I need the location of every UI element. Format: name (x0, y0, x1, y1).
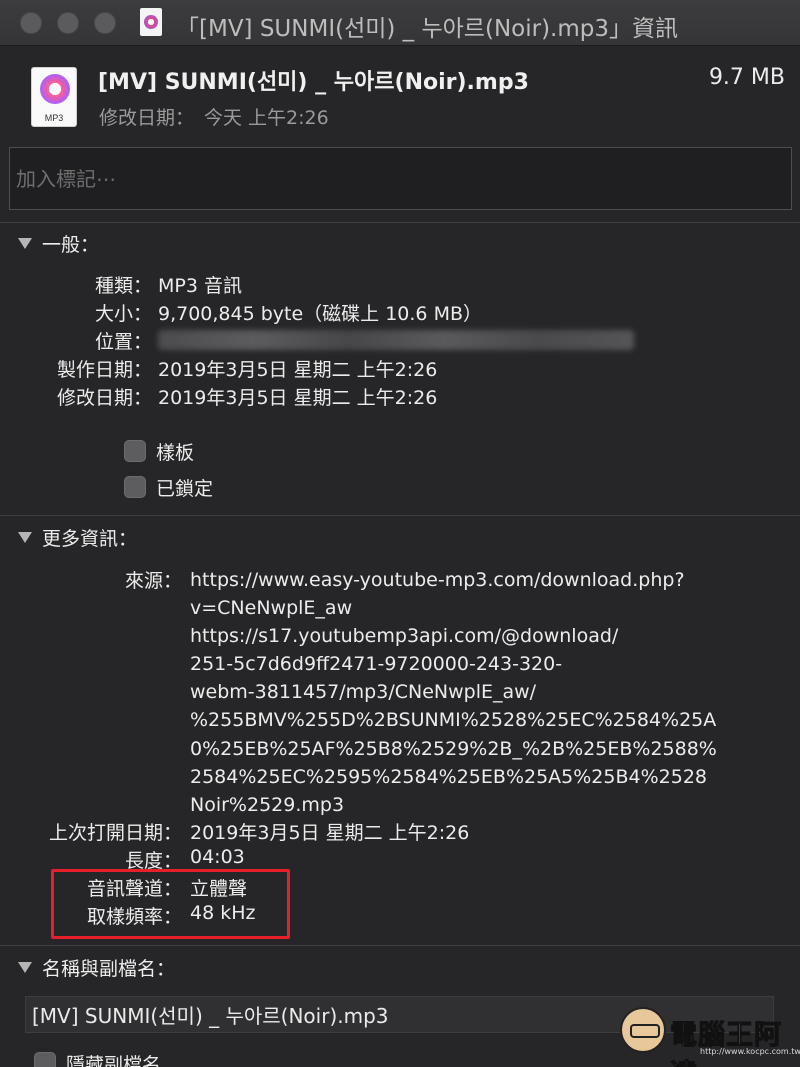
divider (0, 945, 800, 946)
section-name-extension-label: 名稱與副檔名： (42, 958, 176, 980)
close-button[interactable] (20, 12, 42, 34)
title-bar: 「[MV] SUNMI(선미) _ 누아르(Noir).mp3」資訊 (0, 0, 800, 46)
watermark-url: http://www.kocpc.com.tw (700, 1047, 800, 1056)
music-note-icon (40, 74, 70, 104)
header-modified-label: 修改日期： (99, 107, 195, 129)
header-modified: 修改日期： 今天 上午2:26 (99, 103, 329, 130)
kind-value: MP3 音訊 (158, 275, 242, 297)
source-line: Noir%2529.mp3 (190, 793, 345, 816)
duration-value: 04:03 (190, 846, 245, 868)
divider (0, 222, 800, 223)
watermark-logo: 電腦王阿達 http://www.kocpc.com.tw (620, 1005, 800, 1067)
divider (0, 515, 800, 516)
source-line: 251-5c7d6d9ff2471-9720000-243-320- (190, 653, 563, 676)
last-opened-value: 2019年3月5日 星期二 上午2:26 (190, 822, 470, 844)
section-more-info-label: 更多資訊： (42, 528, 138, 550)
source-line: 2584%25EC%2595%2584%25EB%25A5%25B4%2528 (190, 765, 708, 788)
where-label: 位置： (94, 331, 152, 353)
watermark-text: 電腦王阿達 (670, 1020, 782, 1067)
where-from-value: https://www.easy-youtube-mp3.com/downloa… (190, 566, 717, 819)
window-title: 「[MV] SUNMI(선미) _ 누아르(Noir).mp3」資訊 (176, 16, 678, 42)
highlight-annotation-box (51, 869, 290, 939)
file-size: 9.7 MB (708, 65, 785, 90)
stationery-checkbox[interactable] (124, 440, 146, 462)
source-line: webm-3811457/mp3/CNeNwplE_aw/ (190, 681, 537, 704)
stationery-checkbox-row[interactable]: 樣板 (124, 438, 194, 465)
stationery-label: 樣板 (156, 442, 195, 464)
zoom-button[interactable] (94, 12, 116, 34)
hide-extension-checkbox[interactable] (34, 1052, 56, 1067)
disclosure-triangle-icon[interactable] (18, 962, 32, 973)
kind-label: 種類： (94, 275, 152, 297)
where-from-label: 來源： (124, 570, 182, 592)
modified-label: 修改日期： (56, 387, 152, 409)
mp3-file-icon: MP3 (31, 67, 77, 127)
minimize-button[interactable] (57, 12, 79, 34)
mascot-face-icon (620, 1007, 666, 1053)
header-modified-value: 今天 上午2:26 (204, 107, 329, 129)
file-icon-label: MP3 (44, 113, 64, 123)
section-general[interactable]: 一般： (18, 230, 99, 257)
source-line: https://s17.youtubemp3api.com/@download/ (190, 625, 619, 648)
location-value-blurred (158, 330, 634, 350)
source-line: 0%25EB%25AF%25B8%2529%2B_%2B%25EB%2588% (190, 737, 717, 760)
source-line: https://www.easy-youtube-mp3.com/downloa… (190, 569, 685, 591)
created-value: 2019年3月5日 星期二 上午2:26 (158, 359, 438, 381)
file-name: [MV] SUNMI(선미) _ 누아르(Noir).mp3 (98, 70, 529, 95)
disclosure-triangle-icon[interactable] (18, 238, 32, 249)
tags-input[interactable] (9, 147, 792, 210)
section-general-label: 一般： (42, 234, 100, 256)
created-label: 製作日期： (56, 359, 152, 381)
locked-checkbox-row[interactable]: 已鎖定 (124, 474, 213, 501)
hide-extension-checkbox-row[interactable]: 隱藏副檔名 (34, 1050, 161, 1067)
last-opened-label: 上次打開日期： (48, 822, 182, 844)
modified-value: 2019年3月5日 星期二 上午2:26 (158, 387, 438, 409)
source-line: %255BMV%255D%2BSUNMI%2528%25EC%2584%25A (190, 709, 717, 732)
locked-label: 已鎖定 (156, 478, 214, 500)
hide-extension-label: 隱藏副檔名 (66, 1054, 162, 1067)
locked-checkbox[interactable] (124, 476, 146, 498)
source-line: v=CNeNwplE_aw (190, 597, 353, 620)
section-more-info[interactable]: 更多資訊： (18, 524, 137, 551)
disclosure-triangle-icon[interactable] (18, 532, 32, 543)
music-file-icon (140, 8, 162, 36)
section-name-extension[interactable]: 名稱與副檔名： (18, 954, 175, 981)
size-value: 9,700,845 byte（磁碟上 10.6 MB） (158, 303, 482, 325)
size-label: 大小： (94, 303, 152, 325)
